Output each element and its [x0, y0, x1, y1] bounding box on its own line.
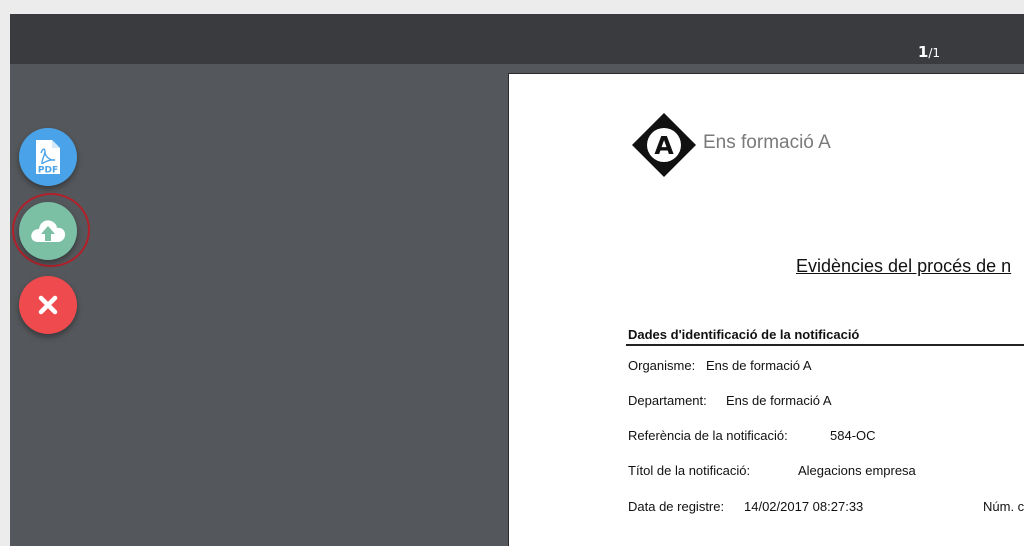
organization-logo: A	[632, 113, 696, 177]
current-page-number: 1	[917, 43, 929, 61]
download-pdf-button[interactable]: PDF	[19, 128, 77, 186]
upload-button[interactable]	[19, 202, 77, 260]
close-icon	[38, 295, 58, 315]
field-value: 584-OC	[830, 428, 876, 443]
organization-name: Ens formació A	[703, 132, 831, 153]
cloud-upload-icon	[31, 220, 66, 242]
field-label: Data de registre:	[628, 499, 725, 514]
total-pages: 1	[932, 46, 940, 60]
field-titol: Títol de la notificació: Alegacions empre…	[628, 463, 916, 478]
field-label: Referència de la notificació:	[628, 428, 788, 443]
section-heading: Dades d'identificació de la notificació	[628, 327, 860, 342]
section-divider	[626, 344, 1024, 346]
field-value: Alegacions empresa	[798, 463, 916, 478]
field-value: Ens de formació A	[706, 358, 812, 373]
field-label: Organisme:	[628, 358, 696, 373]
close-button[interactable]	[19, 276, 77, 334]
field-label: Títol de la notificació:	[628, 463, 751, 478]
document-title: Evidències del procés de n	[796, 256, 1012, 276]
field-num-label: Núm. c	[983, 499, 1024, 514]
field-organisme: Organisme: Ens de formació A	[628, 358, 812, 373]
pdf-label: PDF	[38, 166, 58, 176]
field-referencia: Referència de la notificació: 584-OC	[628, 428, 876, 443]
field-departament: Departament: Ens de formació A	[628, 393, 832, 408]
pdf-file-icon: PDF	[36, 140, 60, 176]
field-label: Departament:	[628, 393, 707, 408]
field-data-registre: Data de registre: 14/02/2017 08:27:33	[628, 499, 863, 514]
document-page: A Ens formació A Evidències del procés d…	[508, 73, 1024, 546]
field-value: 14/02/2017 08:27:33	[744, 499, 864, 514]
pdf-viewer: 1/1 PDF A Ens formació A Evidències del	[10, 14, 1024, 546]
viewer-toolbar: 1/1	[10, 14, 1024, 64]
page-counter: 1/1	[918, 42, 940, 61]
field-value: Ens de formació A	[726, 393, 832, 408]
logo-letter: A	[654, 131, 674, 160]
